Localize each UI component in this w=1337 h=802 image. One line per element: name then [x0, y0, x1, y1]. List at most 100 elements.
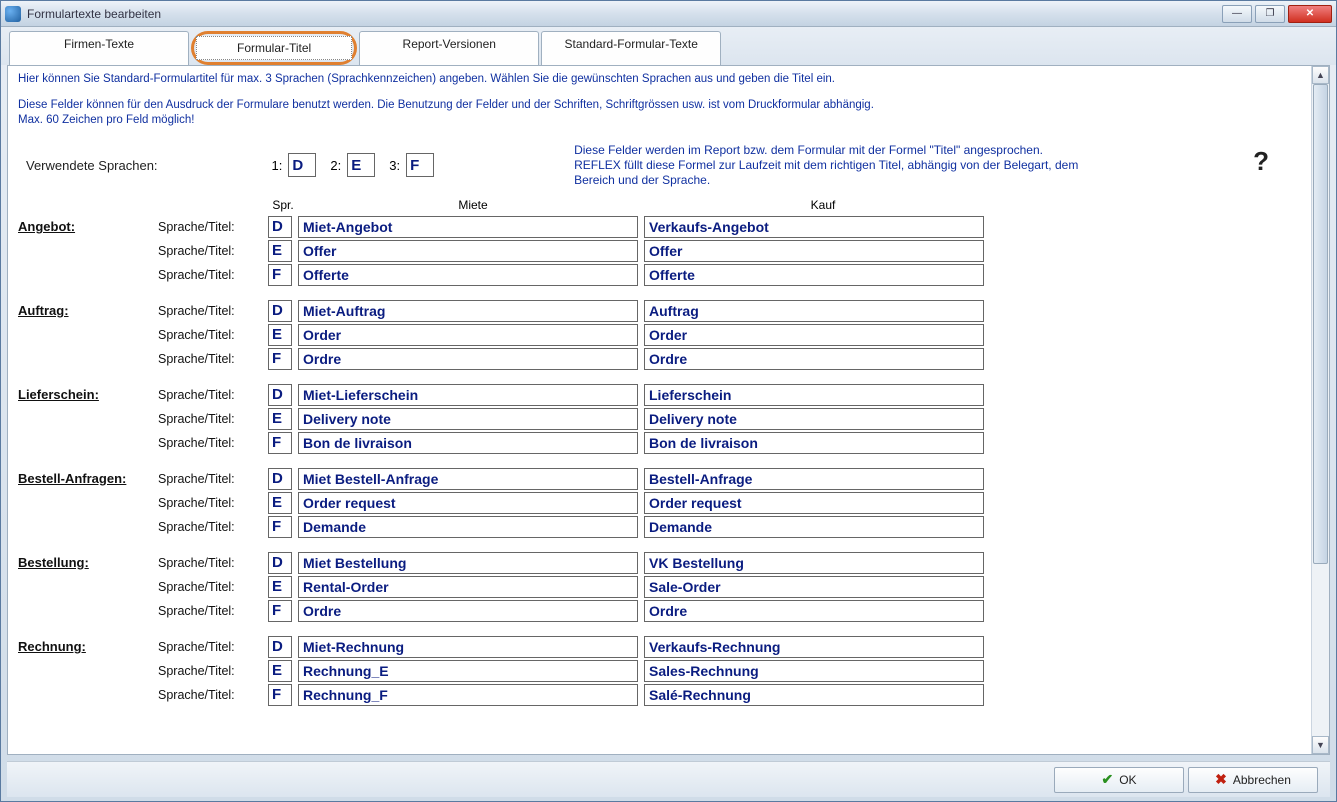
vertical-scrollbar[interactable]: ▲ ▼	[1311, 66, 1329, 754]
section-block: Rechnung:Sprache/Titel:DMiet-RechnungVer…	[18, 636, 1301, 706]
content-area: Hier können Sie Standard-Formulartitel f…	[7, 65, 1330, 755]
kauf-input[interactable]: Sales-Rechnung	[644, 660, 984, 682]
title-row: Angebot:Sprache/Titel:DMiet-AngebotVerka…	[18, 216, 1301, 238]
app-icon	[5, 6, 21, 22]
miete-input[interactable]: Delivery note	[298, 408, 638, 430]
sublabel: Sprache/Titel:	[158, 472, 268, 486]
spr-input[interactable]: E	[268, 324, 292, 346]
header-miete: Miete	[298, 198, 648, 212]
miete-input[interactable]: Bon de livraison	[298, 432, 638, 454]
intro-text: Hier können Sie Standard-Formulartitel f…	[18, 72, 1301, 129]
spr-input[interactable]: F	[268, 684, 292, 706]
kauf-input[interactable]: Ordre	[644, 348, 984, 370]
cross-icon: ✖	[1215, 771, 1227, 788]
sublabel: Sprache/Titel:	[158, 604, 268, 618]
maximize-button[interactable]: ❐	[1255, 5, 1285, 23]
kauf-input[interactable]: VK Bestellung	[644, 552, 984, 574]
tab-formular-titel[interactable]: Formular-Titel	[191, 31, 357, 65]
miete-input[interactable]: Miet-Lieferschein	[298, 384, 638, 406]
minimize-button[interactable]: —	[1222, 5, 1252, 23]
sublabel: Sprache/Titel:	[158, 580, 268, 594]
miete-input[interactable]: Miet-Angebot	[298, 216, 638, 238]
scroll-track[interactable]	[1312, 84, 1329, 736]
lang-input-2[interactable]	[347, 153, 375, 177]
miete-input[interactable]: Miet-Rechnung	[298, 636, 638, 658]
kauf-input[interactable]: Bestell-Anfrage	[644, 468, 984, 490]
kauf-input[interactable]: Auftrag	[644, 300, 984, 322]
spr-input[interactable]: D	[268, 216, 292, 238]
spr-input[interactable]: F	[268, 264, 292, 286]
kauf-input[interactable]: Offerte	[644, 264, 984, 286]
spr-input[interactable]: E	[268, 576, 292, 598]
title-row: Lieferschein:Sprache/Titel:DMiet-Liefers…	[18, 384, 1301, 406]
spr-input[interactable]: F	[268, 516, 292, 538]
spr-input[interactable]: E	[268, 240, 292, 262]
spr-input[interactable]: F	[268, 348, 292, 370]
miete-input[interactable]: Order	[298, 324, 638, 346]
spr-input[interactable]: E	[268, 408, 292, 430]
miete-input[interactable]: Rechnung_E	[298, 660, 638, 682]
cancel-button[interactable]: ✖ Abbrechen	[1188, 767, 1318, 793]
section-block: Bestellung:Sprache/Titel:DMiet Bestellun…	[18, 552, 1301, 622]
miete-input[interactable]: Offer	[298, 240, 638, 262]
spr-input[interactable]: D	[268, 468, 292, 490]
section-block: Angebot:Sprache/Titel:DMiet-AngebotVerka…	[18, 216, 1301, 286]
dialog-window: Formulartexte bearbeiten — ❐ ✕ Firmen-Te…	[0, 0, 1337, 802]
miete-input[interactable]: Miet-Auftrag	[298, 300, 638, 322]
title-row: Bestellung:Sprache/Titel:DMiet Bestellun…	[18, 552, 1301, 574]
kauf-input[interactable]: Verkaufs-Angebot	[644, 216, 984, 238]
kauf-input[interactable]: Sale-Order	[644, 576, 984, 598]
kauf-input[interactable]: Salé-Rechnung	[644, 684, 984, 706]
tab-firmen-texte[interactable]: Firmen-Texte	[9, 31, 189, 65]
kauf-input[interactable]: Offer	[644, 240, 984, 262]
miete-input[interactable]: Miet Bestell-Anfrage	[298, 468, 638, 490]
close-button[interactable]: ✕	[1288, 5, 1332, 23]
spr-input[interactable]: D	[268, 384, 292, 406]
language-row: Verwendete Sprachen: 1: 2: 3: Diese Feld…	[26, 143, 1301, 188]
miete-input[interactable]: Demande	[298, 516, 638, 538]
sublabel: Sprache/Titel:	[158, 664, 268, 678]
spr-input[interactable]: F	[268, 600, 292, 622]
scroll-thumb[interactable]	[1313, 84, 1328, 564]
kauf-input[interactable]: Order request	[644, 492, 984, 514]
tab-bar: Firmen-Texte Formular-Titel Report-Versi…	[1, 27, 1336, 65]
spr-input[interactable]: D	[268, 300, 292, 322]
spr-input[interactable]: D	[268, 552, 292, 574]
scroll-up-arrow[interactable]: ▲	[1312, 66, 1329, 84]
sublabel: Sprache/Titel:	[158, 688, 268, 702]
spr-input[interactable]: E	[268, 492, 292, 514]
scroll-down-arrow[interactable]: ▼	[1312, 736, 1329, 754]
kauf-input[interactable]: Verkaufs-Rechnung	[644, 636, 984, 658]
miete-input[interactable]: Rechnung_F	[298, 684, 638, 706]
kauf-input[interactable]: Lieferschein	[644, 384, 984, 406]
tab-report-versionen[interactable]: Report-Versionen	[359, 31, 539, 65]
miete-input[interactable]: Ordre	[298, 348, 638, 370]
miete-input[interactable]: Rental-Order	[298, 576, 638, 598]
sublabel: Sprache/Titel:	[158, 304, 268, 318]
title-row: Sprache/Titel:F Offerte Offerte	[18, 264, 1301, 286]
miete-input[interactable]: Order request	[298, 492, 638, 514]
sublabel: Sprache/Titel:	[158, 352, 268, 366]
spr-input[interactable]: E	[268, 660, 292, 682]
miete-input[interactable]: Ordre	[298, 600, 638, 622]
title-row: Auftrag: Sprache/Titel:D Miet-Auftrag Auftr…	[18, 300, 1301, 322]
dialog-footer: ✔ OK ✖ Abbrechen	[7, 761, 1330, 797]
sublabel: Sprache/Titel:	[158, 268, 268, 282]
kauf-input[interactable]: Order	[644, 324, 984, 346]
title-row: Sprache/Titel:EOfferOffer	[18, 240, 1301, 262]
ok-button[interactable]: ✔ OK	[1054, 767, 1184, 793]
kauf-input[interactable]: Delivery note	[644, 408, 984, 430]
miete-input[interactable]: Offerte	[298, 264, 638, 286]
kauf-input[interactable]: Demande	[644, 516, 984, 538]
kauf-input[interactable]: Ordre	[644, 600, 984, 622]
title-row: Sprache/Titel:FDemandeDemande	[18, 516, 1301, 538]
miete-input[interactable]: Miet Bestellung	[298, 552, 638, 574]
help-icon[interactable]: ?	[1253, 146, 1269, 177]
lang-input-3[interactable]	[406, 153, 434, 177]
section-name: Auftrag:	[18, 303, 69, 318]
tab-standard-formular-texte[interactable]: Standard-Formular-Texte	[541, 31, 721, 65]
spr-input[interactable]: D	[268, 636, 292, 658]
kauf-input[interactable]: Bon de livraison	[644, 432, 984, 454]
spr-input[interactable]: F	[268, 432, 292, 454]
lang-input-1[interactable]	[288, 153, 316, 177]
